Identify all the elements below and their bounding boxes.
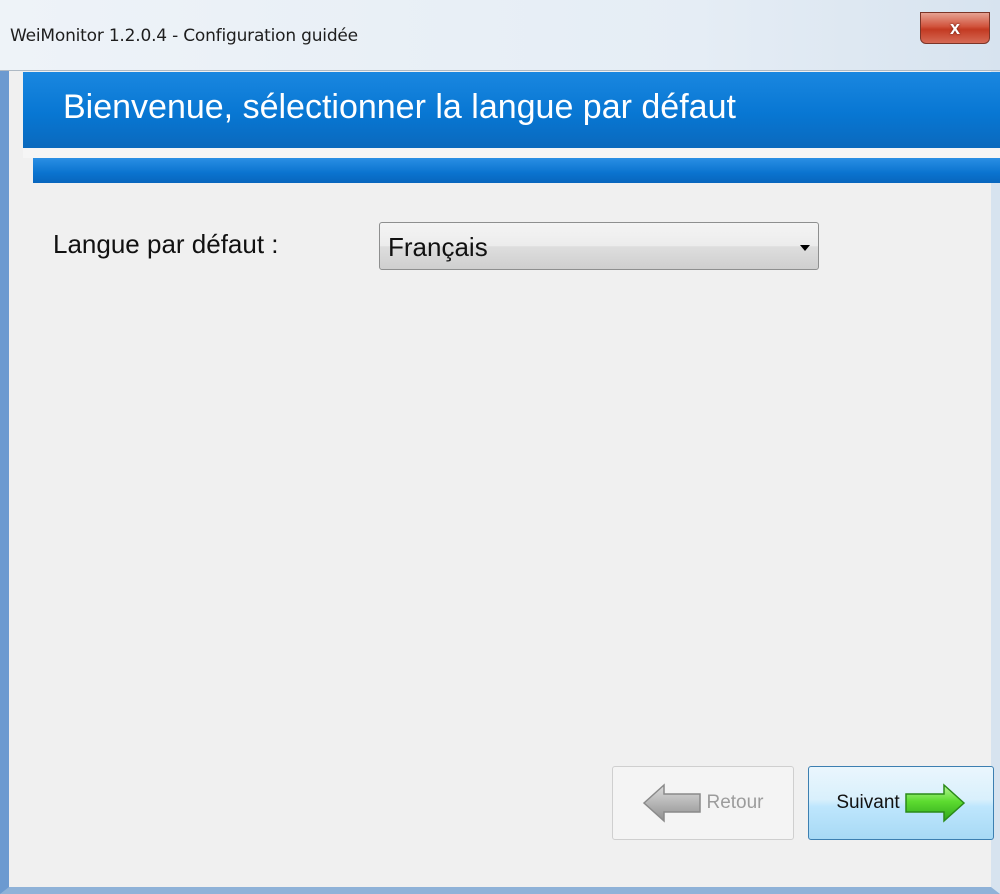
right-arrow-icon (902, 782, 966, 824)
next-button[interactable]: Suivant (808, 766, 994, 840)
wizard-window: WeiMonitor 1.2.0.4 - Configuration guidé… (0, 0, 1000, 894)
left-arrow-icon (642, 782, 704, 824)
back-button-label: Retour (706, 792, 764, 813)
default-language-value: Français (388, 232, 488, 262)
default-language-select[interactable]: Français (379, 222, 819, 270)
title-bar[interactable]: WeiMonitor 1.2.0.4 - Configuration guidé… (0, 0, 1000, 71)
page-header: Bienvenue, sélectionner la langue par dé… (23, 72, 1000, 148)
back-button[interactable]: Retour (612, 766, 794, 840)
close-icon: x (949, 17, 960, 38)
window-title: WeiMonitor 1.2.0.4 - Configuration guidé… (10, 26, 358, 46)
chevron-down-icon[interactable] (800, 245, 810, 251)
page-title: Bienvenue, sélectionner la langue par dé… (63, 88, 736, 126)
close-button[interactable]: x (920, 12, 990, 44)
step-progress-bar (33, 158, 1000, 183)
header-separator (23, 148, 1000, 158)
default-language-label: Langue par défaut : (53, 229, 279, 259)
next-button-label: Suivant (836, 792, 900, 813)
